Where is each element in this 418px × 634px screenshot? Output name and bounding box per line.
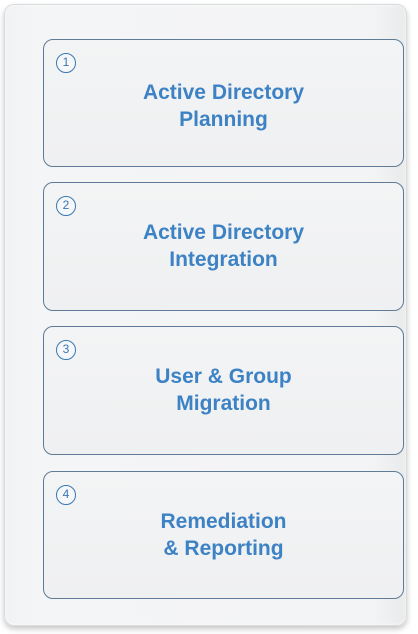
- step-4-box: 4 Remediation & Reporting: [43, 471, 404, 599]
- step-label-line: Migration: [176, 392, 271, 415]
- step-number-badge: 2: [56, 196, 76, 216]
- process-panel: 1 Active Directory Planning 2 Active Dir…: [4, 4, 407, 626]
- step-number-badge: 3: [56, 340, 76, 360]
- step-label-line: Active Directory: [142, 81, 305, 104]
- step-number-badge: 4: [56, 485, 76, 505]
- step-label: Active Directory Integration: [44, 219, 403, 273]
- step-label-line: & Reporting: [163, 537, 284, 560]
- step-label-line: Planning: [179, 108, 268, 131]
- step-label: Remediation & Reporting: [44, 508, 403, 562]
- step-2-box: 2 Active Directory Integration: [43, 182, 404, 311]
- step-label-line: User & Group: [155, 365, 292, 388]
- step-number-badge: 1: [56, 53, 76, 73]
- step-1-box: 1 Active Directory Planning: [43, 39, 404, 167]
- step-label-line: Integration: [169, 248, 278, 271]
- step-label-line: Remediation: [160, 510, 287, 533]
- step-3-box: 3 User & Group Migration: [43, 326, 404, 455]
- step-label-line: Active Directory: [142, 221, 305, 244]
- step-label: User & Group Migration: [44, 363, 403, 417]
- step-label: Active Directory Planning: [44, 79, 403, 133]
